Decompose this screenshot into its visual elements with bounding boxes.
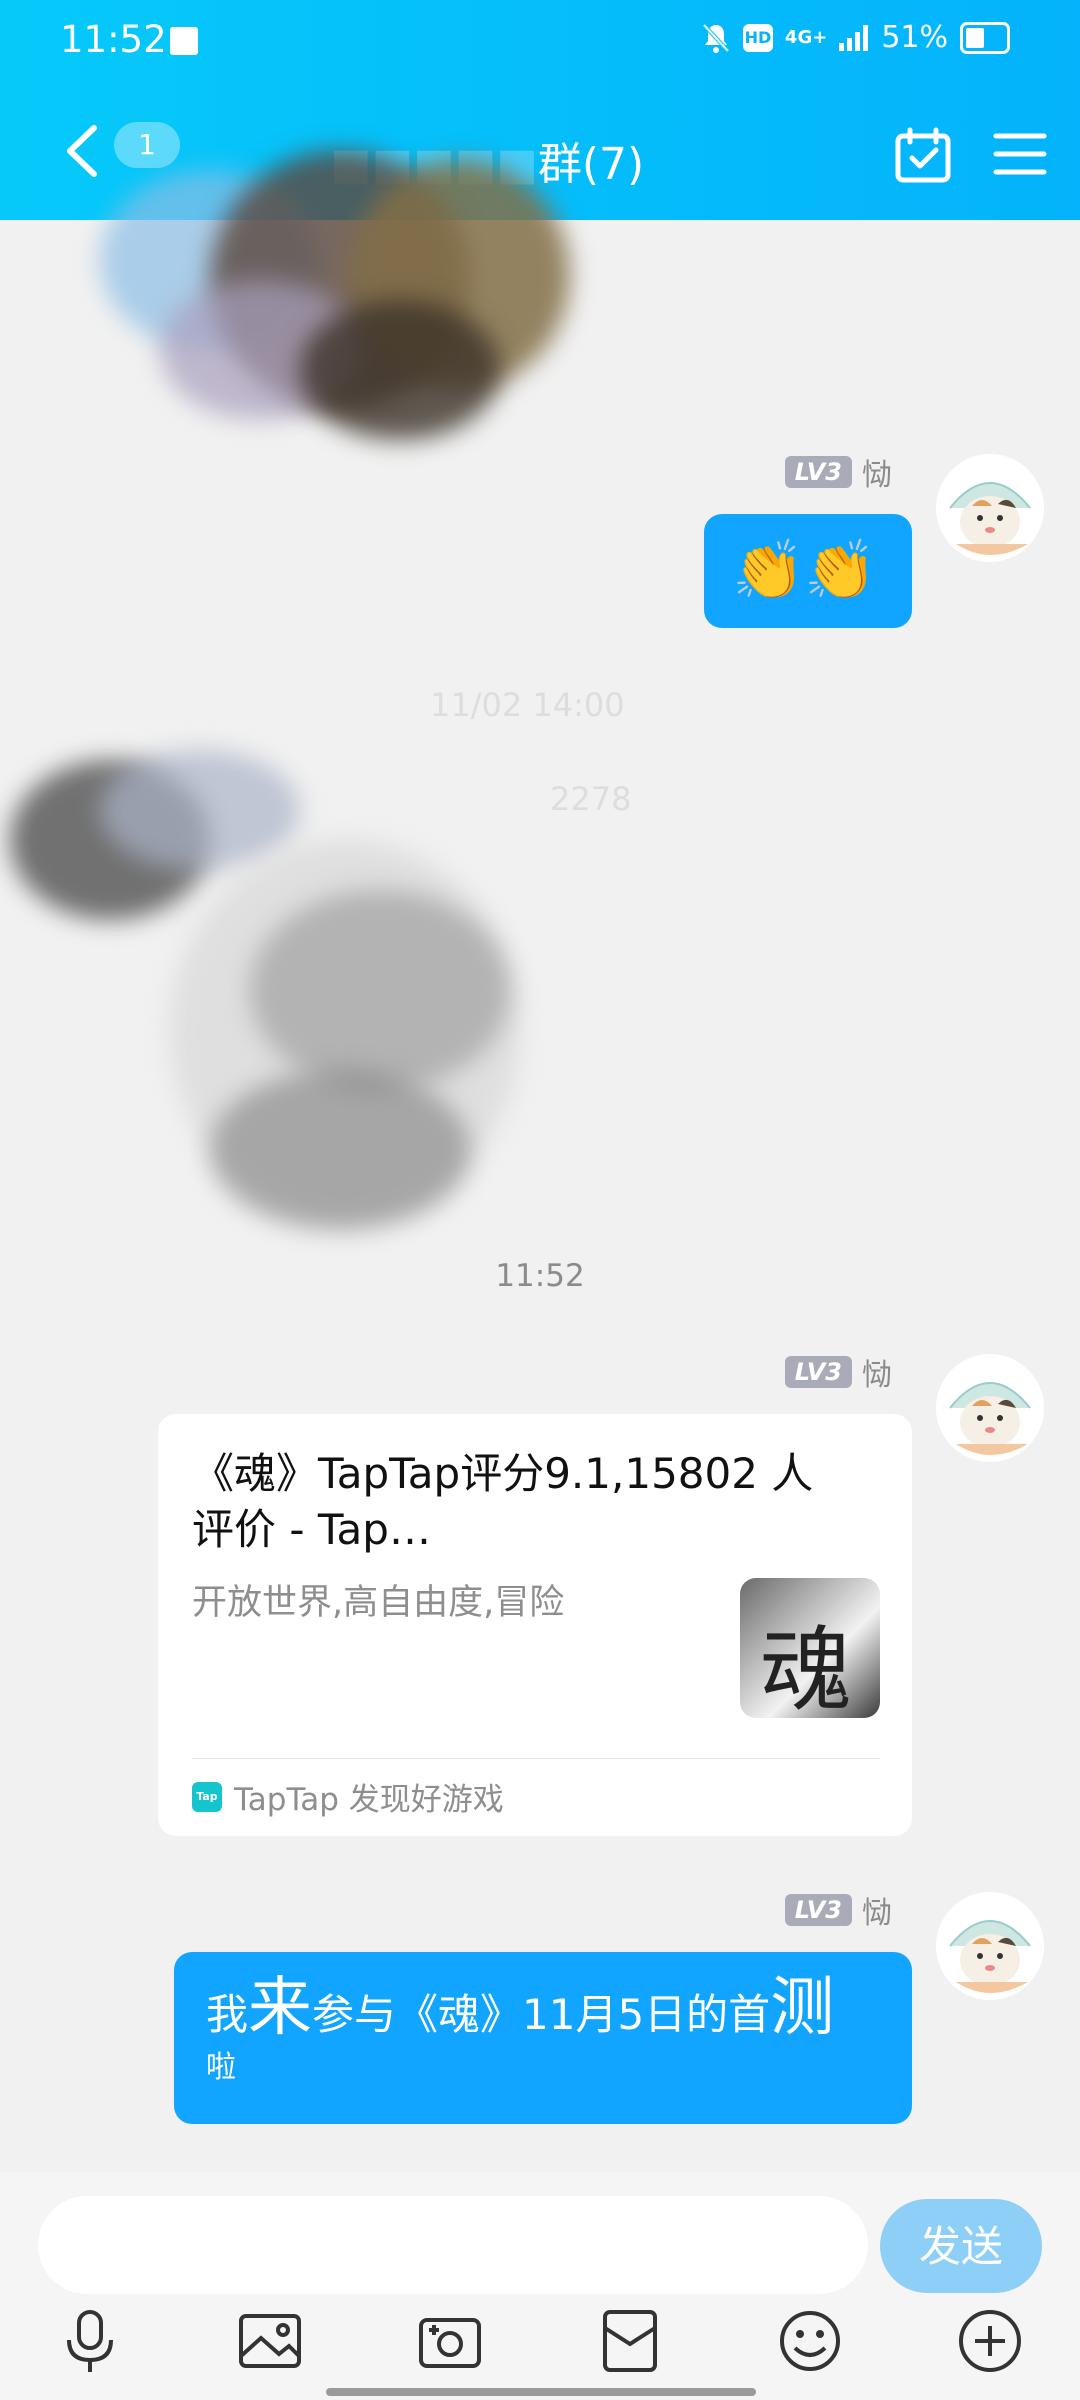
level-badge: LV3 [784,1894,852,1926]
status-bar: 11:52 HD 4G+ 51% [0,0,1080,82]
battery-icon [960,21,1010,54]
cat-avatar-icon [936,1354,1044,1462]
msg-part: 参与《魂》11月5日的首 [312,1990,771,2039]
share-source-label: TapTap 发现好游戏 [234,1782,504,1818]
msg-part-large: 来 [248,1971,313,2045]
taptap-logo-icon: Tap [192,1781,222,1812]
sender-line: LV3 恸 [784,1890,892,1931]
redacted-image-middle [0,740,580,1240]
red-packet-icon[interactable] [595,2306,665,2376]
camera-icon[interactable] [415,2306,485,2376]
send-button[interactable]: 发送 [880,2199,1042,2293]
signal-icon [839,24,869,51]
message-bubble-claps[interactable]: 👏👏 [704,514,912,628]
level-badge: LV3 [784,1356,852,1388]
avatar[interactable] [936,1354,1044,1462]
game-thumbnail-glyph: 魂 [760,1617,853,1718]
sender-name: 恸 [862,1358,892,1393]
sender-name: 恸 [862,458,892,493]
share-card-source: Tap TapTap 发现好游戏 [192,1774,504,1819]
sender-line: LV3 恸 [784,452,892,493]
join-message-text: 我来参与《魂》11月5日的首测啦 [206,1976,886,2092]
divider [192,1758,880,1759]
level-badge: LV3 [784,456,852,488]
home-indicator[interactable] [326,2388,756,2396]
status-indicators: HD 4G+ 51% [701,20,1010,55]
menu-icon[interactable] [992,126,1048,182]
blur-blob [300,300,500,440]
input-toolbar [0,2286,1080,2390]
battery-percent: 51% [881,20,948,55]
network-label: 4G+ [784,26,828,48]
chat-timestamp: 11:52 [495,1258,585,1294]
cat-avatar-icon [936,1892,1044,2000]
sender-name: 恸 [862,1896,892,1931]
blur-blob [100,750,300,870]
redacted-image-top [100,130,600,470]
sender-line: LV3 恸 [784,1352,892,1393]
plus-icon[interactable] [955,2306,1025,2376]
faded-timestamp: 11/02 14:00 [430,686,625,724]
image-icon[interactable] [235,2306,305,2376]
avatar[interactable] [936,454,1044,562]
clap-emoji: 👏👏 [732,536,877,604]
msg-part-small: 啦 [206,2050,236,2085]
notification-icon [170,27,198,55]
calendar-check-icon[interactable] [894,126,952,184]
blur-blob [250,890,510,1090]
message-bubble-join[interactable]: 我来参与《魂》11月5日的首测啦 [174,1952,912,2124]
avatar[interactable] [936,1892,1044,2000]
mute-icon [702,23,730,53]
message-input[interactable] [38,2196,868,2294]
status-time: 11:52 [60,18,167,61]
hd-icon: HD [742,23,773,52]
msg-part: 我 [206,1990,249,2039]
blur-blob [210,1070,470,1230]
emoji-icon[interactable] [775,2306,845,2376]
msg-part-large: 测 [770,1971,835,2045]
share-card[interactable]: 《魂》TapTap评分9.1,15802 人评价 - Tap… 开放世界,高自由… [158,1414,912,1836]
microphone-icon[interactable] [55,2306,125,2376]
share-card-description: 开放世界,高自由度,冒险 [192,1583,565,1623]
game-thumbnail: 魂 [740,1578,880,1718]
cat-avatar-icon [936,454,1044,562]
share-card-title: 《魂》TapTap评分9.1,15802 人评价 - Tap… [192,1449,814,1554]
